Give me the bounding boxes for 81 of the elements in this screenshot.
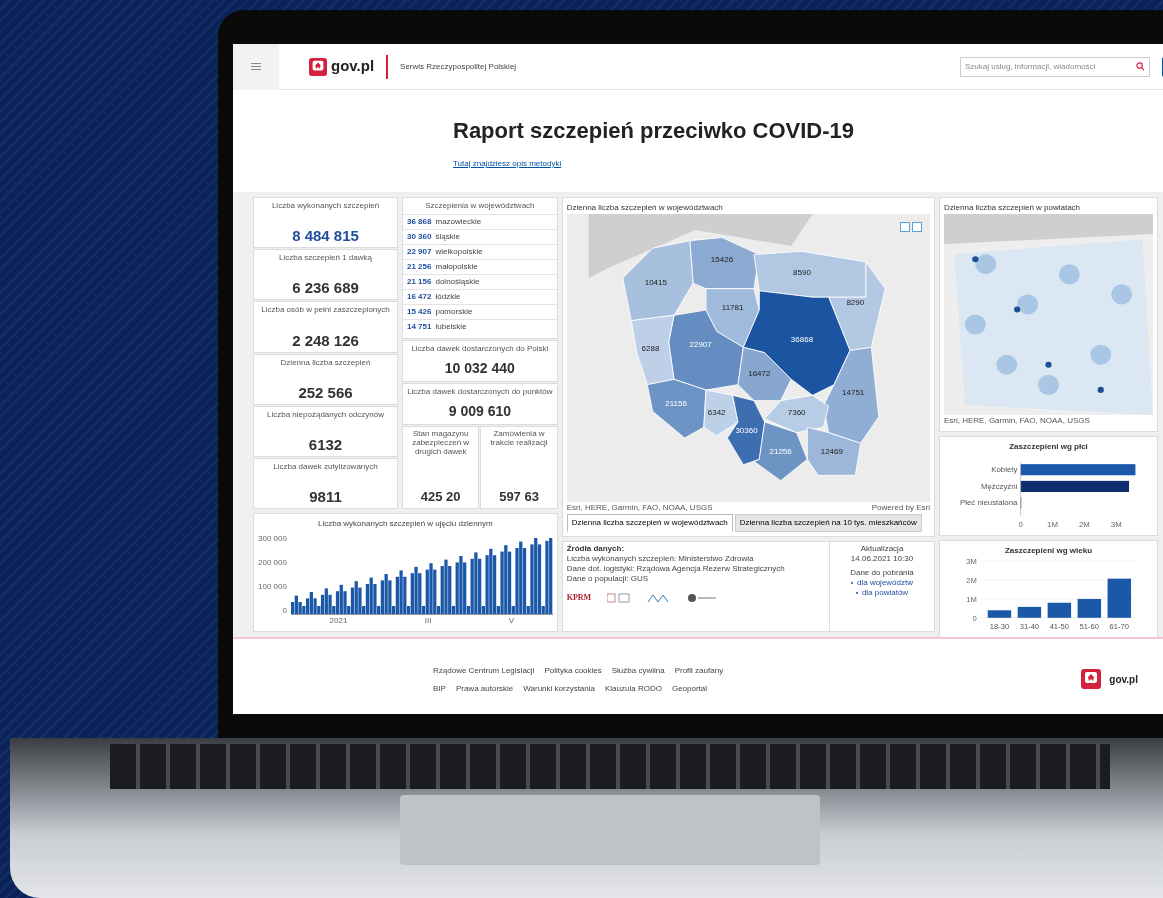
map-title: Dzienna liczba szczepień w powiatach [944, 202, 1082, 214]
axis-label: 300 000 [258, 534, 287, 543]
region-name: mazowieckie [435, 216, 482, 228]
axis-label: 2M [1079, 519, 1090, 529]
axis-label: 2M [966, 575, 977, 585]
metric-label: Liczba szczepień 1 dawką [279, 253, 372, 263]
source-line: Dane dot. logistyki: Rządowa Agencja Rezerw Strategicznych [566, 564, 786, 574]
category-label: 51-60 [1079, 621, 1100, 631]
metric-label: Liczba dawek dostarczonych do punktów [407, 386, 553, 396]
logo-text: gov.pl [1109, 672, 1138, 687]
axis-label: 0 [972, 613, 977, 623]
metric-value: 8 484 815 [292, 227, 359, 245]
axis-label: 0 [1018, 519, 1023, 529]
list-title: Szczepienia w województwach [424, 200, 536, 212]
metric-value: 6 236 689 [292, 279, 359, 297]
metric-value: 9811 [309, 488, 342, 506]
axis-label: V [508, 615, 515, 627]
update-label: Aktualizacja [860, 544, 904, 554]
region-name: dolnośląskie [435, 276, 480, 288]
region-name: pomorskie [435, 306, 473, 318]
region-name: śląskie [435, 231, 460, 243]
region-count: 15 426 [407, 306, 432, 318]
region-name: małopolskie [435, 261, 478, 273]
logo-text: KPRM [566, 592, 592, 604]
axis-label: 3M [1110, 519, 1122, 529]
chart-title: Zaszczepieni wg płci [1008, 441, 1089, 453]
axis-label: III [424, 615, 432, 627]
update-time: 14.06.2021 10:30 [850, 554, 914, 564]
logo-text: gov.pl [331, 56, 375, 77]
region-count: 21 256 [407, 261, 432, 273]
axis-label: 1M [1047, 519, 1058, 529]
chart-title: Liczba wykonanych szczepień w ujęciu dziennym [316, 518, 494, 530]
region-count: 16 472 [407, 291, 432, 303]
source-line: Dane o populacji: GUS [566, 574, 650, 584]
region-count: 21 156 [407, 276, 432, 288]
category-label: 18-30 [989, 621, 1010, 631]
metric-value: 2 248 126 [292, 331, 359, 349]
map-title: Dzienna liczba szczepień w województwach [566, 202, 724, 214]
axis-label: 1M [966, 594, 977, 604]
axis-label: 0 [282, 606, 287, 615]
region-count: 22 907 [407, 246, 432, 258]
category-label: 41-50 [1049, 621, 1070, 631]
metric-value: 9 009 610 [448, 401, 511, 421]
metric-value: 597 63 [499, 487, 539, 506]
metric-value: 6132 [308, 435, 343, 453]
region-count: 14 751 [407, 321, 432, 333]
metric-value: 425 20 [420, 487, 461, 506]
category-label: 61-70 [1109, 621, 1129, 631]
page-title: Raport szczepień przeciwko COVID-19 [453, 118, 855, 144]
sources-heading: Źródła danych: [566, 544, 626, 554]
service-name: Serwis Rzeczypospolitej Polskiej [400, 60, 517, 73]
category-label: Mężczyźni [980, 481, 1018, 491]
region-name: łódzkie [435, 291, 461, 303]
chart-title: Zaszczepieni wg wieku [1003, 545, 1094, 557]
source-line: Liczba wykonanych szczepień: Ministerstwo Zdrowia [566, 554, 755, 564]
metric-label: Liczba dawek zutylizowanych [273, 461, 378, 471]
metric-label: Dzienna liczba szczepień [280, 357, 371, 367]
downloads-label: Dane do pobrania [850, 568, 914, 578]
category-label: 31-40 [1019, 621, 1040, 631]
axis-label: 2021 [329, 615, 348, 627]
metric-value: 252 566 [298, 383, 353, 401]
metric-label: Liczba niepożądanych odczynów [267, 409, 384, 419]
metric-label: Zamówienia w trakcie realizacji [489, 429, 549, 447]
map-attribution: Powered by Esri [871, 502, 930, 514]
region-count: 30 360 [407, 231, 432, 243]
region-name: lubelskie [435, 321, 467, 333]
metric-label: Stan magazynu zabezpieczeń w drugich dawek [411, 429, 471, 456]
region-name: wielkopolskie [435, 246, 483, 258]
metric-label: Liczba osób w pełni zaszczepionych [261, 305, 390, 315]
axis-label: 200 000 [258, 558, 287, 567]
map-attribution: Esri, HERE, Garmin, FAO, NOAA, USGS [944, 415, 1091, 427]
category-label: Płeć nieustalona [960, 498, 1018, 508]
metric-label: Liczba wykonanych szczepień [271, 201, 380, 210]
search-placeholder: Szukaj usług, informacji, wiadomości [965, 60, 1097, 73]
metric-value: 10 032 440 [444, 358, 515, 378]
axis-label: 100 000 [258, 582, 287, 591]
category-label: Kobiety [991, 464, 1018, 474]
region-count: 36 868 [407, 216, 432, 228]
metric-label: Liczba dawek dostarczonych do Polski [411, 343, 549, 353]
map-attribution: Esri, HERE, Garmin, FAO, NOAA, USGS [566, 502, 713, 514]
axis-label: 3M [966, 557, 977, 567]
